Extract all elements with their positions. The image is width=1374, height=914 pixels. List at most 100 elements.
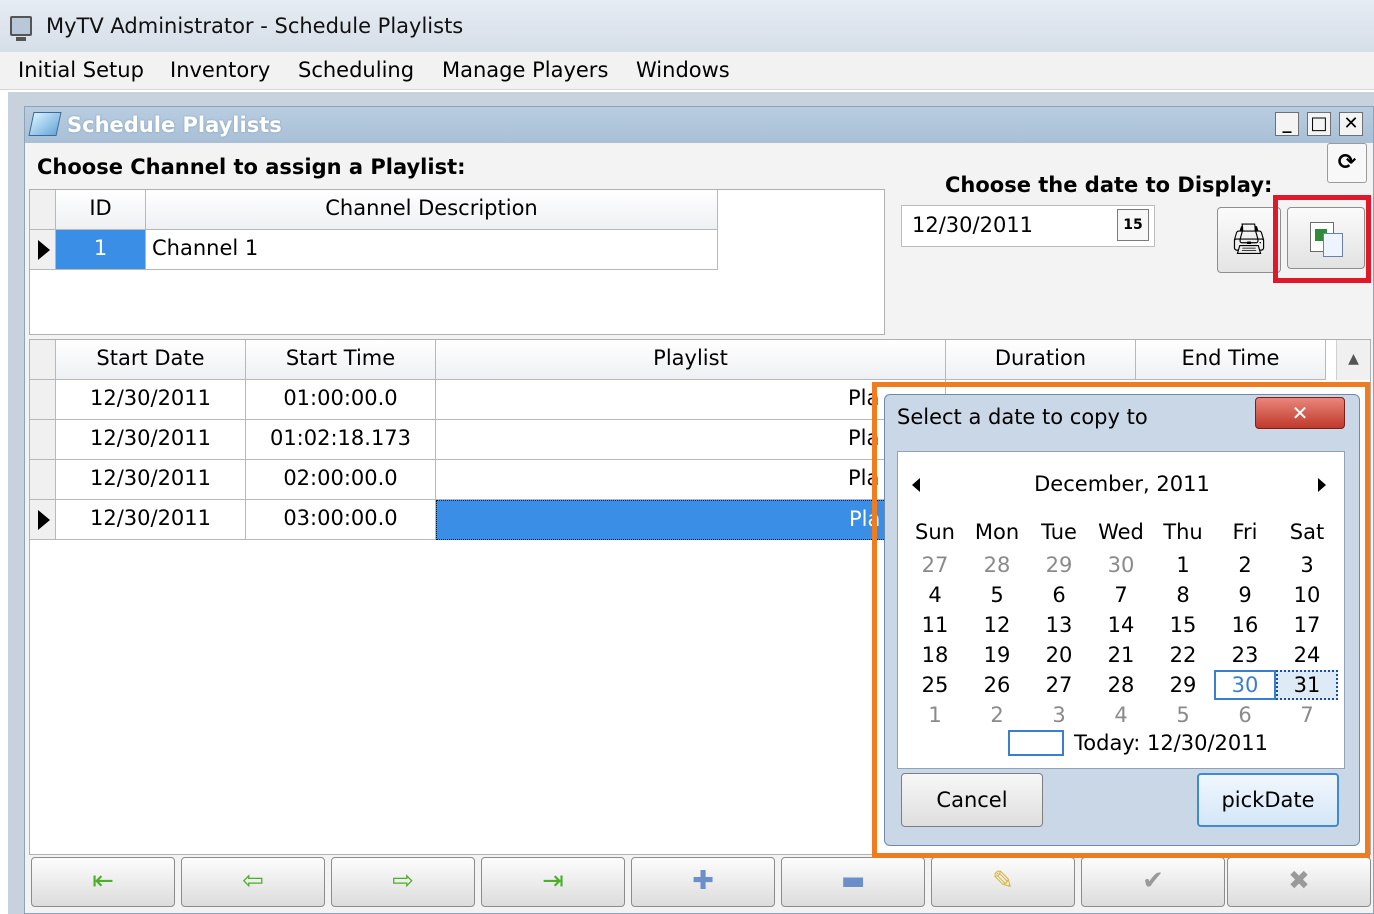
calendar-day[interactable]: 20 xyxy=(1028,640,1090,670)
calendar-day[interactable]: 28 xyxy=(966,550,1028,580)
calendar-day[interactable]: 6 xyxy=(1214,700,1276,730)
calendar-day[interactable]: 4 xyxy=(1090,700,1152,730)
print-button[interactable]: 🖨 xyxy=(1217,207,1281,273)
today-label[interactable]: Today: 12/30/2011 xyxy=(1074,728,1268,758)
calendar-day[interactable]: 27 xyxy=(1028,670,1090,700)
table-cell-start-time[interactable]: 01:02:18.173 xyxy=(246,420,436,460)
last-record-button[interactable]: ⇥ xyxy=(481,857,625,907)
column-header-start-date[interactable]: Start Date xyxy=(56,340,246,380)
calendar-month-label[interactable]: December, 2011 xyxy=(898,470,1346,498)
app-title: MyTV Administrator - Schedule Playlists xyxy=(46,14,464,38)
table-cell-start-time[interactable]: 01:00:00.0 xyxy=(246,380,436,420)
column-header-duration[interactable]: Duration xyxy=(946,340,1136,380)
calendar-day[interactable]: 2 xyxy=(1214,550,1276,580)
calendar-day[interactable]: 7 xyxy=(1090,580,1152,610)
previous-record-button[interactable]: ⇦ xyxy=(181,857,325,907)
close-window-button[interactable]: ✕ xyxy=(1339,112,1363,136)
calendar-day[interactable]: 8 xyxy=(1152,580,1214,610)
table-cell-start-time[interactable]: 03:00:00.0 xyxy=(246,500,436,540)
calendar-day[interactable]: 1 xyxy=(1152,550,1214,580)
scroll-up-arrow-icon[interactable]: ▲ xyxy=(1336,340,1370,380)
first-record-button[interactable]: ⇤ xyxy=(31,857,175,907)
calendar-day[interactable]: 5 xyxy=(1152,700,1214,730)
table-cell-start-date[interactable]: 12/30/2011 xyxy=(56,380,246,420)
next-month-arrow-icon[interactable] xyxy=(1318,478,1326,492)
child-title-bar: Schedule Playlists _ □ ✕ xyxy=(25,107,1373,143)
calendar-day[interactable]: 9 xyxy=(1214,580,1276,610)
table-cell-start-time[interactable]: 02:00:00.0 xyxy=(246,460,436,500)
maximize-button[interactable]: □ xyxy=(1307,112,1331,136)
calendar-day[interactable]: 30 xyxy=(1090,550,1152,580)
add-record-button[interactable]: ✚ xyxy=(631,857,775,907)
calendar-day[interactable]: 22 xyxy=(1152,640,1214,670)
calendar-day[interactable]: 2 xyxy=(966,700,1028,730)
menu-initial-setup[interactable]: Initial Setup xyxy=(18,56,144,84)
calendar-day[interactable]: 27 xyxy=(904,550,966,580)
menu-manage-players[interactable]: Manage Players xyxy=(442,56,608,84)
column-header-channel-description[interactable]: Channel Description xyxy=(146,190,718,230)
table-cell-playlist[interactable]: Pla xyxy=(436,380,946,420)
cancel-edit-button[interactable]: ✖ xyxy=(1227,857,1371,907)
menu-windows[interactable]: Windows xyxy=(636,56,730,84)
column-header-start-time[interactable]: Start Time xyxy=(246,340,436,380)
calendar-day[interactable]: 12 xyxy=(966,610,1028,640)
calendar-day[interactable]: 7 xyxy=(1276,700,1338,730)
calendar-day[interactable]: 3 xyxy=(1276,550,1338,580)
dialog-close-button[interactable]: ✕ xyxy=(1255,397,1345,429)
calendar-day[interactable]: 29 xyxy=(1152,670,1214,700)
calendar-day[interactable]: 13 xyxy=(1028,610,1090,640)
refresh-button[interactable]: ⟳ xyxy=(1327,143,1367,183)
table-cell-playlist-selected[interactable]: Pla xyxy=(436,500,946,540)
calendar-day[interactable]: 14 xyxy=(1090,610,1152,640)
table-cell-start-date[interactable]: 12/30/2011 xyxy=(56,420,246,460)
pick-date-button[interactable]: pickDate xyxy=(1197,773,1339,827)
calendar-day[interactable]: 6 xyxy=(1028,580,1090,610)
minimize-button[interactable]: _ xyxy=(1275,112,1299,136)
column-header-playlist[interactable]: Playlist xyxy=(436,340,946,380)
calendar-day[interactable]: 11 xyxy=(904,610,966,640)
column-header-end-time[interactable]: End Time xyxy=(1136,340,1326,380)
calendar-day[interactable]: 5 xyxy=(966,580,1028,610)
current-row-arrow-icon xyxy=(38,510,50,530)
table-cell-start-date[interactable]: 12/30/2011 xyxy=(56,460,246,500)
calendar-day[interactable]: 24 xyxy=(1276,640,1338,670)
calendar-day[interactable]: 1 xyxy=(904,700,966,730)
table-cell-playlist[interactable]: Pla xyxy=(436,460,946,500)
calendar-day[interactable]: 23 xyxy=(1214,640,1276,670)
calendar-day[interactable]: 31 xyxy=(1276,670,1338,700)
next-record-button[interactable]: ⇨ xyxy=(331,857,475,907)
menu-scheduling[interactable]: Scheduling xyxy=(298,56,414,84)
calendar-day[interactable]: 10 xyxy=(1276,580,1338,610)
channel-id-cell[interactable]: 1 xyxy=(56,230,146,270)
calendar-day[interactable]: 3 xyxy=(1028,700,1090,730)
post-edit-button[interactable]: ✔ xyxy=(1081,857,1225,907)
delete-record-button[interactable]: ▬ xyxy=(781,857,925,907)
calendar-day[interactable]: 19 xyxy=(966,640,1028,670)
calendar-day[interactable]: 16 xyxy=(1214,610,1276,640)
channel-description-cell[interactable]: Channel 1 xyxy=(146,230,718,270)
edit-record-button[interactable]: ✎ xyxy=(931,857,1075,907)
calendar-day[interactable]: 26 xyxy=(966,670,1028,700)
channel-grid: ID Channel Description 1 Channel 1 xyxy=(29,189,885,335)
calendar-days-grid: 27 28 29 30 1 2 3 4 5 6 7 8 9 10 11 12 13 14 15 16 17 18 19 20 2… xyxy=(904,550,1338,730)
calendar-day[interactable]: 21 xyxy=(1090,640,1152,670)
row-indicator xyxy=(30,380,56,420)
weekday-wed: Wed xyxy=(1098,520,1144,544)
calendar-picker-button[interactable]: 15 xyxy=(1117,209,1149,241)
weekday-tue: Tue xyxy=(1041,520,1077,544)
dialog-cancel-button[interactable]: Cancel xyxy=(901,773,1043,827)
copy-schedule-button[interactable] xyxy=(1287,207,1365,269)
calendar-day[interactable]: 17 xyxy=(1276,610,1338,640)
menu-inventory[interactable]: Inventory xyxy=(170,56,270,84)
column-header-id[interactable]: ID xyxy=(56,190,146,230)
calendar-day[interactable]: 4 xyxy=(904,580,966,610)
table-cell-playlist[interactable]: Pla xyxy=(436,420,946,460)
grid-corner xyxy=(30,190,56,230)
calendar-day[interactable]: 18 xyxy=(904,640,966,670)
calendar-day[interactable]: 15 xyxy=(1152,610,1214,640)
table-cell-start-date[interactable]: 12/30/2011 xyxy=(56,500,246,540)
calendar-day[interactable]: 25 xyxy=(904,670,966,700)
calendar-day[interactable]: 30 xyxy=(1214,670,1276,700)
calendar-day[interactable]: 28 xyxy=(1090,670,1152,700)
calendar-day[interactable]: 29 xyxy=(1028,550,1090,580)
